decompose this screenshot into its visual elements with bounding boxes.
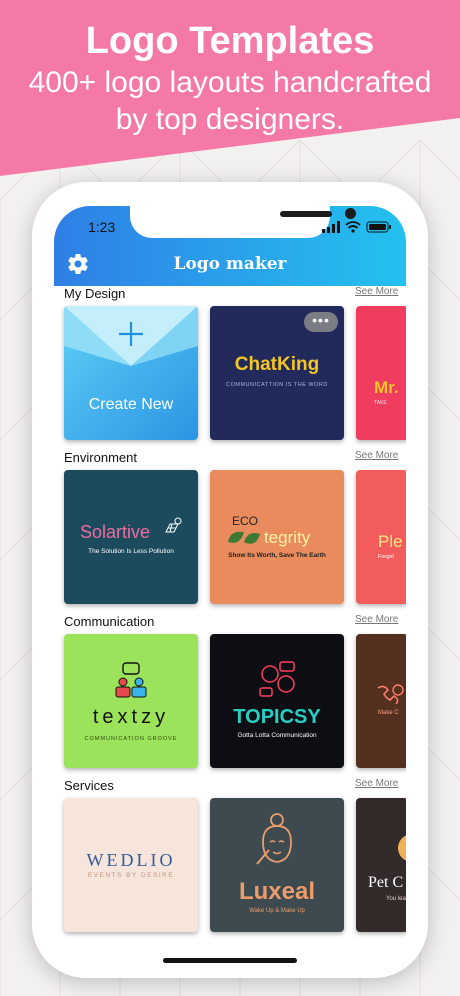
promo-subtitle: 400+ logo layouts handcrafted by top des… (0, 64, 460, 138)
solar-panel-icon (165, 517, 182, 533)
promo-subtitle-line1: 400+ logo layouts handcrafted (28, 66, 432, 99)
logo-name: WEDLIO (86, 850, 176, 870)
logo-tagline: Wake Up & Make Up (249, 908, 305, 914)
more-options-button[interactable]: ••• (304, 312, 338, 332)
section-title: Environment (64, 450, 137, 465)
app-screen: 1:23 Logo maker My Design See More Creat… (54, 206, 406, 968)
logo-card-solartive[interactable]: Solartive The Solution Is Less Pollution (64, 470, 198, 604)
front-camera (345, 208, 356, 219)
phone-notch (130, 206, 356, 238)
logo-tagline: Show Its Worth, Save The Earth (228, 552, 326, 559)
logo-name: Pet C (368, 874, 404, 891)
signal-icon (322, 221, 340, 233)
logo-tagline: Gotta Lotta Communication (237, 732, 317, 739)
logo-card-wedlio[interactable]: WEDLIO EVENTS BY DESIRE (64, 798, 198, 932)
logo-name: Mr. (374, 378, 399, 397)
logo-name: tegrity (264, 528, 311, 547)
phone-chat-icon (377, 684, 404, 704)
woman-face-icon (256, 813, 292, 865)
logo-tagline: The Solution Is Less Pollution (88, 548, 174, 555)
section-title: Services (64, 778, 114, 793)
logo-card-topicsy[interactable]: TOPICSY Gotta Lotta Communication (210, 634, 344, 768)
logo-card-luxeal[interactable]: Luxeal Wake Up & Make Up (210, 798, 344, 932)
logo-tagline: Forget (378, 554, 394, 560)
battery-icon (366, 221, 391, 233)
app-title: Logo maker (173, 254, 287, 274)
section-title: Communication (64, 614, 155, 629)
speaker-grille (280, 211, 332, 217)
paw-shape (398, 834, 406, 862)
logo-name: TOPICSY (233, 706, 321, 728)
logo-name: Luxeal (238, 878, 316, 905)
see-more-link[interactable]: See More (355, 778, 398, 789)
logo-card-pet-c[interactable]: Pet C You lea (356, 798, 406, 932)
logo-name: Solartive (80, 522, 151, 542)
chat-faces-icon (259, 661, 295, 697)
status-time: 1:23 (88, 219, 116, 235)
section-title: My Design (64, 286, 126, 301)
logo-name-prefix: ECO (232, 514, 259, 528)
chat-people-icon (115, 662, 147, 698)
plus-icon (119, 322, 143, 346)
logo-tagline: COMMUNICATION GROOVE (84, 736, 178, 742)
wifi-icon (345, 221, 361, 229)
wifi-dot (351, 229, 355, 233)
see-more-link[interactable]: See More (355, 286, 398, 297)
logo-tagline: You lea (386, 896, 406, 902)
logo-card-make-c[interactable]: Make C (356, 634, 406, 768)
create-new-card[interactable]: Create New (64, 306, 198, 440)
home-indicator[interactable] (163, 958, 297, 963)
logo-name: Ple (378, 532, 403, 551)
logo-tagline: Make C (378, 710, 399, 716)
logo-tagline: TAKE (374, 400, 387, 406)
status-icons (322, 221, 391, 233)
create-new-label: Create New (88, 396, 174, 413)
logo-card-ple[interactable]: Ple Forget (356, 470, 406, 604)
logo-tagline: COMMUNICATTION IS THE WORD (226, 382, 328, 388)
logo-card-ecotegrity[interactable]: ECO tegrity Show Its Worth, Save The Ear… (210, 470, 344, 604)
logo-tagline: EVENTS BY DESIRE (87, 872, 175, 879)
logo-name: textzy (92, 706, 170, 728)
promo-subtitle-line2: by top designers. (115, 103, 345, 136)
logo-card-chatking[interactable]: ChatKing COMMUNICATTION IS THE WORD ••• (210, 306, 344, 440)
logo-card-textzy[interactable]: textzy COMMUNICATION GROOVE (64, 634, 198, 768)
promo-title: Logo Templates (85, 20, 375, 62)
logo-card-mr[interactable]: Mr. TAKE (356, 306, 406, 440)
logo-name: ChatKing (234, 354, 320, 375)
see-more-link[interactable]: See More (355, 614, 398, 625)
leaf-icon (228, 531, 260, 544)
see-more-link[interactable]: See More (355, 450, 398, 461)
